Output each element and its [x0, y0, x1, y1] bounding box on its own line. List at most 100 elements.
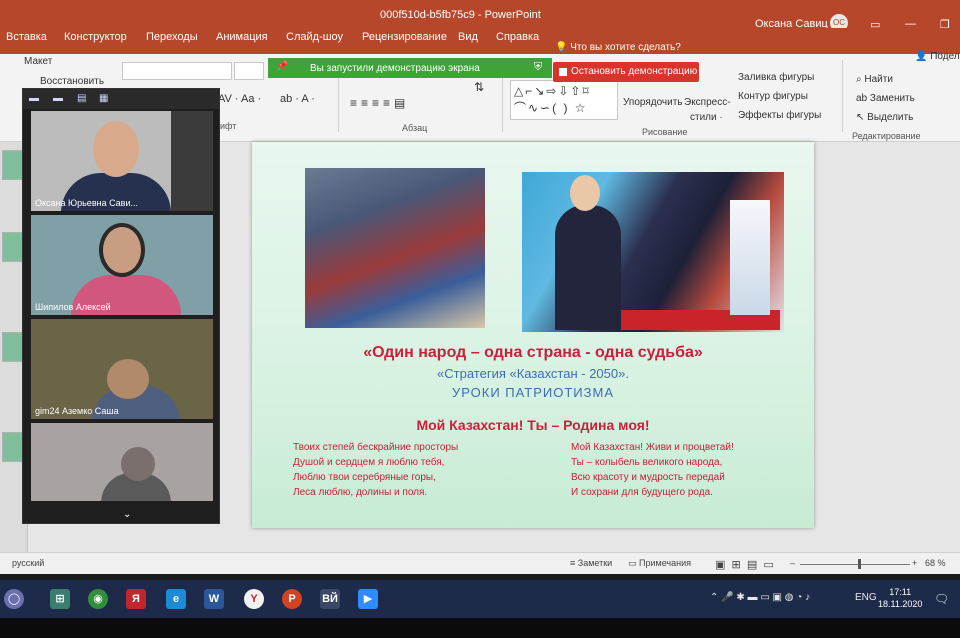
comments-button[interactable]: ▭ Примечания — [628, 558, 691, 569]
minimize-panel-icon[interactable]: ▬ — [29, 93, 39, 104]
arrange-button[interactable]: Упорядочить — [623, 97, 683, 108]
monitor-bezel — [0, 618, 960, 638]
shape-outline-button[interactable]: Контур фигуры — [738, 91, 808, 102]
tab-review[interactable]: Рецензирование — [362, 31, 447, 43]
tab-help[interactable]: Справка — [496, 31, 539, 43]
poem-line: Всю красоту и мудрость передай — [571, 472, 725, 483]
find-label: Найти — [864, 74, 893, 85]
quick-styles-label: стили · — [690, 112, 723, 123]
font-size-input[interactable] — [234, 62, 264, 80]
zoom-level[interactable]: 68 % — [925, 558, 946, 568]
quick-styles-button[interactable]: Экспресс- — [684, 97, 731, 108]
shape-effects-button[interactable]: Эффекты фигуры — [738, 110, 821, 121]
participant-name: gim24 Аземко Саша — [35, 406, 119, 416]
status-bar: русский ≡ Заметки ▭ Примечания ▣ ⊞ ▤ ▭ –… — [0, 552, 960, 574]
slide-subtitle-2: УРОКИ ПАТРИОТИЗМА — [452, 385, 614, 400]
layout-button[interactable]: Макет — [24, 56, 52, 67]
select-button[interactable]: ↖ Выделить — [856, 112, 913, 123]
drawing-group-label: Рисование — [642, 127, 688, 137]
taskbar: ◯ ⊞ ◉ Я e W Y P ВЙ ▶ ⌃ 🎤 ✱ ▬ ▭ ▣ ◍ ◔ ♪ E… — [0, 580, 960, 618]
participant-face — [93, 121, 139, 177]
find-button[interactable]: ⌕ Найти — [856, 74, 893, 85]
clock-date: 18.11.2020 — [878, 599, 923, 609]
replace-button[interactable]: ab Заменить — [856, 93, 915, 104]
stop-share-button[interactable]: Остановить демонстрацию — [553, 62, 699, 82]
language-status[interactable]: русский — [12, 558, 44, 568]
tab-design[interactable]: Конструктор — [64, 31, 127, 43]
strip-view-icon[interactable]: ▤ — [77, 93, 86, 104]
pin-icon[interactable]: 📌 — [276, 61, 288, 72]
tab-view[interactable]: Вид — [458, 31, 478, 43]
slide-heading: Мой Казахстан! Ты – Родина моя! — [416, 417, 650, 433]
share-label: Подел — [930, 51, 960, 62]
replace-label: Заменить — [869, 93, 915, 104]
slide-title: «Один народ – одна страна - одна судьба» — [363, 344, 703, 361]
tower-image — [730, 200, 770, 315]
zoom-slider[interactable] — [800, 564, 910, 565]
poem-line: Мой Казахстан! Живи и процветай! — [571, 442, 734, 453]
slide-thumbnail[interactable] — [2, 150, 24, 180]
poem-line: Леса люблю, долины и поля. — [293, 487, 428, 498]
participant-tile[interactable] — [31, 423, 213, 501]
font-name-input[interactable] — [122, 62, 232, 80]
title-bar: 000f510d-b5fb75c9 - PowerPoint Оксана Са… — [0, 0, 960, 32]
chevron-down-icon[interactable]: ⌄ — [123, 509, 131, 520]
stop-icon — [559, 68, 567, 76]
tray-icons[interactable]: ⌃ 🎤 ✱ ▬ ▭ ▣ ◍ ◔ ♪ — [710, 592, 810, 603]
gallery-view-icon[interactable]: ▦ — [99, 93, 108, 104]
start-icon[interactable]: ◯ — [4, 589, 24, 609]
word-icon[interactable]: W — [204, 589, 224, 609]
screen-share-banner: 📌 Вы запустили демонстрацию экрана ⛨ — [268, 58, 552, 78]
single-view-icon[interactable]: ▬ — [53, 93, 63, 104]
poem-line: И сохрани для будущего рода. — [571, 487, 713, 498]
tab-slideshow[interactable]: Слайд-шоу — [286, 31, 343, 43]
tab-insert[interactable]: Вставка — [6, 31, 47, 43]
keyboard-language[interactable]: ENG — [855, 592, 877, 603]
zoom-in-icon[interactable]: + — [912, 558, 917, 568]
editing-group-label: Редактирование — [852, 131, 921, 141]
shape-fill-button[interactable]: Заливка фигуры — [738, 72, 814, 83]
video-panel[interactable]: ▬ ▬ ▤ ▦ Оксана Юрьевна Сави... Шипилов А… — [22, 88, 220, 524]
restore-button[interactable]: Восстановить — [40, 76, 104, 87]
zoom-out-icon[interactable]: – — [790, 558, 795, 568]
yandex-icon[interactable]: Я — [126, 589, 146, 609]
tell-me-label: Что вы хотите сделать? — [570, 42, 681, 53]
tab-animations[interactable]: Анимация — [216, 31, 268, 43]
document-title: 000f510d-b5fb75c9 - PowerPoint — [380, 9, 541, 21]
powerpoint-icon[interactable]: P — [282, 589, 302, 609]
chrome-icon[interactable]: ◉ — [88, 589, 108, 609]
tell-me-search[interactable]: 💡 Что вы хотите сделать? — [555, 42, 681, 53]
notes-label: Заметки — [577, 558, 613, 568]
highlight-icon[interactable]: ab · A · — [280, 93, 315, 105]
participant-tile[interactable]: gim24 Аземко Саша — [31, 319, 213, 419]
slide-thumbnail[interactable] — [2, 332, 24, 362]
background-shelf — [171, 111, 213, 211]
notes-button[interactable]: ≡ Заметки — [570, 558, 612, 568]
view-buttons[interactable]: ▣ ⊞ ▤ ▭ — [715, 558, 774, 571]
font-size-increase-icon[interactable]: AV · Aa · — [218, 93, 261, 105]
share-button[interactable]: 👤 Подел — [915, 51, 960, 62]
people-photo — [305, 168, 485, 328]
notifications-icon[interactable]: 🗨 — [934, 592, 949, 606]
poem-line: Ты – колыбель великого народа, — [571, 457, 723, 468]
text-direction-icon[interactable]: ⇅ — [474, 80, 484, 94]
app-icon-explorer[interactable]: ⊞ — [50, 589, 70, 609]
shapes-gallery[interactable]: △⌐↘⇨⇩⇧⌑ ⌒∿∽( ) ☆ — [510, 80, 618, 120]
zoom-slider-knob[interactable] — [858, 559, 861, 569]
participant-face — [99, 223, 145, 277]
edge-icon[interactable]: e — [166, 589, 186, 609]
clock[interactable]: 17:11 18.11.2020 — [878, 586, 922, 610]
participant-tile[interactable]: Оксана Юрьевна Сави... — [31, 111, 213, 211]
clock-time: 17:11 — [889, 587, 912, 597]
participant-tile[interactable]: Шипилов Алексей — [31, 215, 213, 315]
slide-thumbnail[interactable] — [2, 232, 24, 262]
align-icons[interactable]: ≡≡≡≡▤ — [350, 96, 409, 110]
poem-left: Твоих степей бескрайние просторы Душой и… — [293, 440, 458, 500]
slide-subtitle: «Стратегия «Казахстан - 2050». — [437, 366, 629, 381]
zoom-app-icon[interactable]: ▶ — [358, 589, 378, 609]
tab-transitions[interactable]: Переходы — [146, 31, 198, 43]
yandex-browser-icon[interactable]: Y — [244, 589, 264, 609]
person-figure — [555, 205, 621, 330]
slide-thumbnail[interactable] — [2, 432, 24, 462]
keyboard-icon[interactable]: ВЙ — [320, 589, 340, 609]
